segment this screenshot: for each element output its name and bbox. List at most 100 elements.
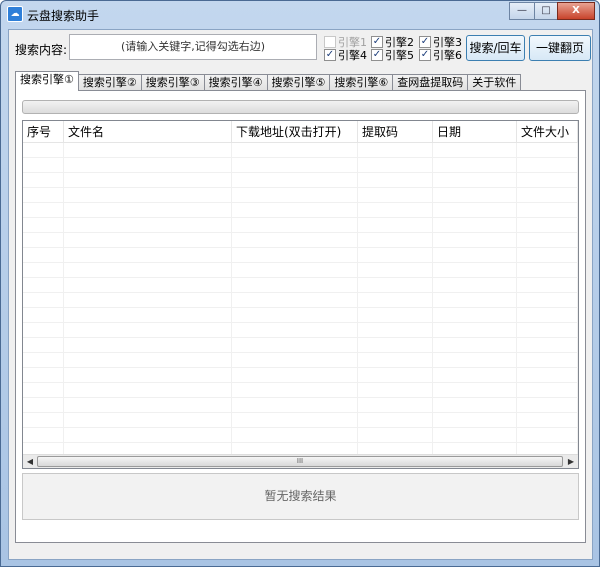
search-input[interactable]: (请输入关键字,记得勾选右边) bbox=[69, 34, 317, 60]
tab-1[interactable]: 搜索引擎① bbox=[15, 71, 79, 91]
horizontal-scrollbar[interactable]: ◀ III ▶ bbox=[23, 454, 578, 468]
table-cell bbox=[433, 263, 517, 277]
table-cell bbox=[64, 293, 232, 307]
table-cell bbox=[232, 158, 358, 172]
minimize-button[interactable]: — bbox=[509, 2, 535, 20]
checkbox-icon[interactable]: ✓ bbox=[419, 49, 431, 61]
table-cell bbox=[358, 353, 433, 367]
engine-checkbox-4[interactable]: ✓ 引擎4 bbox=[324, 47, 367, 63]
table-cell bbox=[64, 263, 232, 277]
table-cell bbox=[64, 233, 232, 247]
table-cell bbox=[358, 233, 433, 247]
title-bar[interactable]: ☁ 云盘搜索助手 — □ X bbox=[1, 1, 599, 29]
table-cell bbox=[23, 353, 64, 367]
table-row bbox=[23, 308, 578, 323]
table-cell bbox=[64, 383, 232, 397]
table-cell bbox=[358, 263, 433, 277]
table-cell bbox=[23, 143, 64, 157]
table-cell bbox=[232, 173, 358, 187]
table-row bbox=[23, 278, 578, 293]
table-row bbox=[23, 248, 578, 263]
tab-3[interactable]: 搜索引擎③ bbox=[140, 74, 205, 91]
table-cell bbox=[232, 398, 358, 412]
progress-bar bbox=[22, 100, 579, 114]
table-cell bbox=[23, 428, 64, 442]
table-cell bbox=[358, 203, 433, 217]
table-cell bbox=[433, 233, 517, 247]
table-cell bbox=[517, 293, 578, 307]
table-cell bbox=[64, 188, 232, 202]
table-row bbox=[23, 398, 578, 413]
table-cell bbox=[64, 173, 232, 187]
column-header[interactable]: 下载地址(双击打开) bbox=[232, 121, 358, 143]
tab-7[interactable]: 查网盘提取码 bbox=[392, 74, 469, 91]
results-table[interactable]: 序号 文件名 下载地址(双击打开) 提取码 日期 文件大小 ◀ III ▶ bbox=[22, 120, 579, 469]
table-cell bbox=[232, 203, 358, 217]
scroll-thumb[interactable]: III bbox=[37, 456, 563, 467]
table-cell bbox=[433, 248, 517, 262]
table-cell bbox=[358, 218, 433, 232]
app-window: ☁ 云盘搜索助手 — □ X 搜索内容: (请输入关键字,记得勾选右边) 引擎1… bbox=[0, 0, 600, 567]
column-header[interactable]: 提取码 bbox=[358, 121, 433, 143]
engine-checkbox-5[interactable]: ✓ 引擎5 bbox=[371, 47, 414, 63]
table-cell bbox=[358, 143, 433, 157]
table-row bbox=[23, 188, 578, 203]
table-cell bbox=[232, 368, 358, 382]
scroll-right-icon[interactable]: ▶ bbox=[564, 455, 578, 468]
maximize-button[interactable]: □ bbox=[534, 2, 558, 20]
table-row bbox=[23, 413, 578, 428]
table-cell bbox=[232, 293, 358, 307]
table-cell bbox=[232, 218, 358, 232]
table-cell bbox=[232, 428, 358, 442]
table-row bbox=[23, 383, 578, 398]
column-header[interactable]: 文件大小 bbox=[517, 121, 578, 143]
table-cell bbox=[64, 428, 232, 442]
column-header[interactable]: 日期 bbox=[433, 121, 517, 143]
table-cell bbox=[358, 368, 433, 382]
search-button[interactable]: 搜索/回车 bbox=[466, 35, 525, 61]
table-row bbox=[23, 338, 578, 353]
table-cell bbox=[433, 383, 517, 397]
table-cell bbox=[358, 413, 433, 427]
table-cell bbox=[232, 278, 358, 292]
table-cell bbox=[23, 158, 64, 172]
table-cell bbox=[517, 323, 578, 337]
table-cell bbox=[433, 413, 517, 427]
close-button[interactable]: X bbox=[557, 2, 595, 20]
table-cell bbox=[517, 233, 578, 247]
table-row bbox=[23, 203, 578, 218]
engine-label: 引擎6 bbox=[433, 49, 462, 62]
table-cell bbox=[433, 203, 517, 217]
engine-label: 引擎5 bbox=[385, 49, 414, 62]
table-cell bbox=[23, 338, 64, 352]
table-cell bbox=[23, 248, 64, 262]
table-cell bbox=[232, 413, 358, 427]
table-cell bbox=[232, 338, 358, 352]
table-cell bbox=[358, 158, 433, 172]
engine-checkbox-6[interactable]: ✓ 引擎6 bbox=[419, 47, 462, 63]
table-cell bbox=[517, 203, 578, 217]
table-cell bbox=[517, 428, 578, 442]
tab-6[interactable]: 搜索引擎⑥ bbox=[329, 74, 394, 91]
next-page-button[interactable]: 一键翻页 bbox=[529, 35, 591, 61]
table-cell bbox=[64, 203, 232, 217]
table-cell bbox=[358, 383, 433, 397]
tab-4[interactable]: 搜索引擎④ bbox=[203, 74, 268, 91]
checkbox-icon[interactable]: ✓ bbox=[371, 49, 383, 61]
table-cell bbox=[358, 278, 433, 292]
column-header[interactable]: 序号 bbox=[23, 121, 64, 143]
tab-8[interactable]: 关于软件 bbox=[467, 74, 522, 91]
engine-label: 引擎4 bbox=[338, 49, 367, 62]
table-cell bbox=[433, 368, 517, 382]
table-cell bbox=[64, 218, 232, 232]
table-header: 序号 文件名 下载地址(双击打开) 提取码 日期 文件大小 bbox=[23, 121, 578, 143]
table-cell bbox=[433, 143, 517, 157]
tab-2[interactable]: 搜索引擎② bbox=[77, 74, 142, 91]
checkbox-icon[interactable]: ✓ bbox=[324, 49, 336, 61]
scroll-left-icon[interactable]: ◀ bbox=[23, 455, 37, 468]
table-cell bbox=[64, 353, 232, 367]
tab-5[interactable]: 搜索引擎⑤ bbox=[266, 74, 331, 91]
table-row bbox=[23, 368, 578, 383]
column-header[interactable]: 文件名 bbox=[64, 121, 232, 143]
table-cell bbox=[23, 413, 64, 427]
